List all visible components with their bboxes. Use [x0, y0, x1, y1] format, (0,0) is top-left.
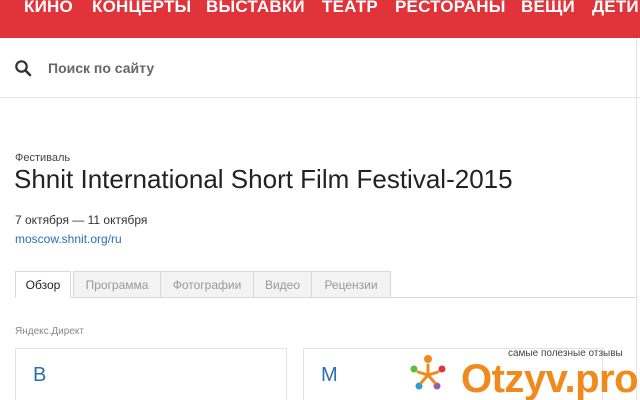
tab-program[interactable]: Программа [73, 271, 161, 298]
search-input[interactable] [48, 56, 608, 80]
nav-item-things[interactable]: ВЕЩИ [521, 0, 575, 17]
event-dates: 7 октября — 11 октября [15, 213, 148, 227]
nav-item-kino[interactable]: КИНО [24, 0, 73, 17]
ads-label: Яндекс.Директ [15, 326, 84, 337]
ad-card-heading: М [321, 364, 338, 386]
people-logo-icon [410, 355, 446, 390]
nav-item-theatre[interactable]: ТЕАТР [322, 0, 378, 17]
ad-card[interactable] [15, 348, 287, 400]
otzyv-watermark: самые полезные отзывы Otzyv.pro [406, 343, 640, 400]
nav-item-restaurants[interactable]: РЕСТОРАНЫ [395, 0, 506, 17]
top-navigation: КИНО КОНЦЕРТЫ ВЫСТАВКИ ТЕАТР РЕСТОРАНЫ В… [0, 0, 640, 38]
page-title: Shnit International Short Film Festival-… [14, 164, 513, 194]
search-icon[interactable] [14, 59, 32, 77]
tab-reviews[interactable]: Рецензии [311, 271, 391, 298]
event-site-link[interactable]: moscow.shnit.org/ru [15, 232, 122, 246]
tab-photos[interactable]: Фотографии [160, 271, 254, 298]
tab-overview[interactable]: Обзор [15, 271, 71, 298]
watermark-logo-text: Otzyv.pro [461, 357, 639, 400]
nav-item-kids[interactable]: ДЕТИ [592, 0, 639, 17]
search-bar [0, 38, 640, 98]
nav-item-exhibitions[interactable]: ВЫСТАВКИ [206, 0, 305, 17]
event-category: Фестиваль [15, 152, 71, 164]
tab-video[interactable]: Видео [253, 271, 312, 298]
ad-card-heading: В [33, 364, 47, 386]
nav-item-concerts[interactable]: КОНЦЕРТЫ [92, 0, 191, 17]
